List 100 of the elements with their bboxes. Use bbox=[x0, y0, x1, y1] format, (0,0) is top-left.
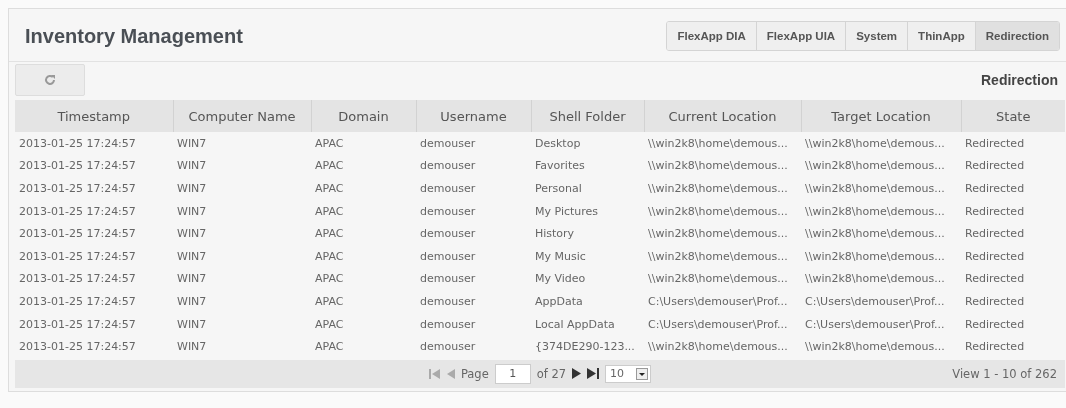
table-cell-text: demouser bbox=[419, 248, 477, 265]
table-cell-text: \\win2k8\home\demous... bbox=[804, 339, 946, 356]
table-cell-text: Redirected bbox=[964, 158, 1026, 175]
tab[interactable]: ThinApp bbox=[907, 22, 975, 50]
tab[interactable]: Redirection bbox=[974, 22, 1059, 50]
table-cell-text: demouser bbox=[419, 158, 477, 175]
table-cell-text: WIN7 bbox=[176, 248, 208, 265]
table-cell: Redirected bbox=[961, 132, 1065, 155]
table-cell-text: 2013-01-25 17:24:57 bbox=[18, 316, 137, 333]
refresh-button[interactable] bbox=[15, 64, 85, 96]
column-header[interactable]: Current Location bbox=[644, 100, 801, 132]
previous-page-icon[interactable] bbox=[446, 368, 455, 379]
table-cell-text: 2013-01-25 17:24:57 bbox=[18, 203, 137, 220]
table-cell-text: \\win2k8\home\demous... bbox=[647, 248, 789, 265]
table-cell-text: Local AppData bbox=[534, 316, 616, 333]
table-cell-text: {374DE290-123... bbox=[534, 339, 636, 356]
table-cell-text: C:\Users\demouser\Prof... bbox=[647, 293, 789, 310]
grid-caption: Redirection bbox=[981, 72, 1058, 88]
table-cell-text: C:\Users\demouser\Prof... bbox=[647, 316, 789, 333]
page-title: Inventory Management bbox=[25, 24, 243, 48]
table-cell-text: APAC bbox=[314, 158, 345, 175]
page-count: of 27 bbox=[536, 366, 567, 381]
table-cell-text: My Music bbox=[534, 248, 587, 265]
table-cell-text: Personal bbox=[534, 181, 583, 197]
table-cell-text: APAC bbox=[314, 339, 345, 356]
table-cell-text: 2013-01-25 17:24:57 bbox=[18, 339, 137, 356]
table-cell-text: WIN7 bbox=[176, 271, 208, 288]
table-cell: 2013-01-25 17:24:57 bbox=[15, 132, 173, 155]
table-cell-text: Favorites bbox=[534, 158, 586, 175]
column-header[interactable]: Username bbox=[416, 100, 531, 132]
table-cell-text: WIN7 bbox=[176, 203, 208, 220]
table-cell-text: WIN7 bbox=[176, 158, 208, 175]
column-header[interactable]: Shell Folder bbox=[531, 100, 644, 132]
table-cell-text: \\win2k8\home\demous... bbox=[804, 271, 946, 288]
last-page-icon[interactable] bbox=[587, 368, 600, 380]
table-cell-text: Redirected bbox=[964, 248, 1026, 265]
column-header[interactable]: State bbox=[961, 100, 1065, 132]
column-header[interactable]: Timestamp bbox=[15, 100, 173, 132]
table-cell-text: \\win2k8\home\demous... bbox=[647, 158, 789, 175]
table-cell-text: \\win2k8\home\demous... bbox=[804, 158, 946, 175]
column-header[interactable]: Computer Name bbox=[173, 100, 311, 132]
table-cell-text: My Pictures bbox=[534, 203, 600, 220]
page-size-select[interactable]: 10 bbox=[605, 364, 652, 383]
table-cell-text: Redirected bbox=[964, 181, 1026, 197]
table-cell-text: demouser bbox=[419, 181, 477, 197]
table-cell-text: \\win2k8\home\demous... bbox=[804, 226, 946, 243]
table-cell-text: APAC bbox=[314, 203, 345, 220]
table-cell-text: C:\Users\demouser\Prof... bbox=[804, 293, 946, 310]
table-cell: WIN7 bbox=[173, 132, 311, 155]
table-cell-text: Redirected bbox=[964, 203, 1026, 220]
caret-icon bbox=[636, 367, 649, 380]
table-cell: demouser bbox=[416, 132, 531, 155]
table-cell-text: \\win2k8\home\demous... bbox=[647, 226, 789, 243]
table-cell-text: 2013-01-25 17:24:57 bbox=[18, 293, 137, 310]
table-cell-text: Redirected bbox=[964, 339, 1026, 356]
table-cell-text: Redirected bbox=[964, 226, 1026, 243]
table-cell-text: \\win2k8\home\demous... bbox=[647, 271, 789, 288]
table-cell-text: Redirected bbox=[964, 293, 1026, 310]
table-cell-text: WIN7 bbox=[176, 293, 208, 310]
table-cell-text: AppData bbox=[534, 293, 584, 310]
first-page-icon[interactable] bbox=[428, 368, 441, 379]
table-cell-text: History bbox=[534, 226, 576, 243]
page-field[interactable]: 1 bbox=[494, 363, 531, 384]
table-cell: APAC bbox=[311, 132, 416, 155]
table-cell-text: WIN7 bbox=[176, 181, 208, 197]
next-page-icon[interactable] bbox=[572, 368, 582, 380]
table-cell-text: \\win2k8\home\demous... bbox=[647, 203, 789, 220]
table-cell-text: APAC bbox=[314, 248, 345, 265]
table-cell-text: WIN7 bbox=[176, 339, 208, 356]
table-cell-text: demouser bbox=[419, 203, 477, 220]
table-cell-text: demouser bbox=[419, 271, 477, 288]
table-cell-text: Redirected bbox=[964, 316, 1026, 333]
table-cell-text: \\win2k8\home\demous... bbox=[804, 248, 946, 265]
table-cell-text: 2013-01-25 17:24:57 bbox=[18, 271, 137, 288]
table-cell-text: demouser bbox=[419, 339, 477, 356]
record-summary: View 1 - 10 of 262 bbox=[952, 366, 1057, 381]
table-cell-text: 2013-01-25 17:24:57 bbox=[18, 248, 137, 265]
column-header[interactable]: Target Location bbox=[801, 100, 961, 132]
tab[interactable]: System bbox=[845, 22, 908, 50]
table-cell-text: APAC bbox=[314, 316, 345, 333]
tab[interactable]: FlexApp DIA bbox=[667, 22, 756, 50]
table-cell-text: APAC bbox=[314, 181, 345, 197]
table-cell-text: \\win2k8\home\demous... bbox=[647, 181, 789, 197]
table-cell-text: demouser bbox=[419, 293, 477, 310]
table-cell: Desktop bbox=[531, 132, 644, 155]
table-cell-text: 2013-01-25 17:24:57 bbox=[18, 181, 137, 197]
table-cell-text: demouser bbox=[419, 316, 477, 333]
table-cell: \\win2k8\home\demous... bbox=[801, 132, 961, 155]
table-cell: \\win2k8\home\demous... bbox=[644, 132, 801, 155]
table-cell-text: APAC bbox=[314, 271, 345, 288]
table-cell-text: 2013-01-25 17:24:57 bbox=[18, 226, 137, 243]
tab[interactable]: FlexApp UIA bbox=[755, 22, 846, 50]
table-cell-text: APAC bbox=[314, 293, 345, 310]
table-cell-text: APAC bbox=[314, 226, 345, 243]
table-cell-text: C:\Users\demouser\Prof... bbox=[804, 316, 946, 333]
page-label: Page bbox=[460, 366, 489, 381]
column-header[interactable]: Domain bbox=[311, 100, 416, 132]
table-cell-text: My Video bbox=[534, 271, 587, 288]
table-cell-text: demouser bbox=[419, 226, 477, 243]
table-cell-text: WIN7 bbox=[176, 226, 208, 243]
